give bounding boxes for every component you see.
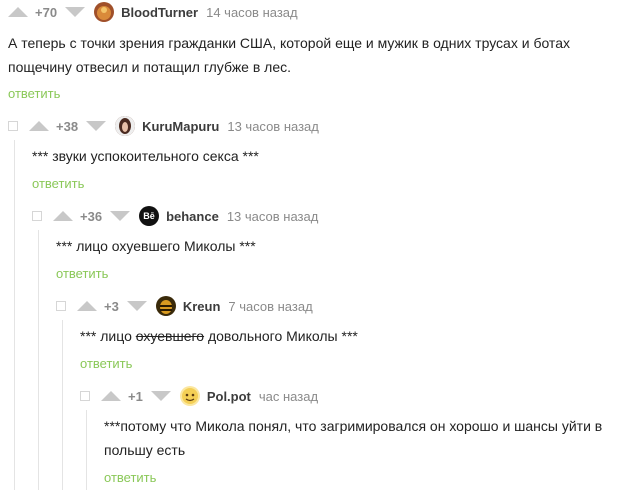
- thread-line-3[interactable]: [62, 320, 63, 490]
- comment-header: +70 BloodTurner 14 часов назад: [8, 0, 298, 24]
- comment-header: +1 Pol.pot час назад: [80, 384, 318, 408]
- upvote-icon[interactable]: [77, 301, 97, 311]
- comment-rating: +36: [80, 208, 103, 224]
- comment-text: А теперь с точки зрения гражданки США, к…: [8, 35, 570, 75]
- comment-header: +3 Kreun 7 часов назад: [56, 294, 313, 318]
- collapse-toggle[interactable]: [8, 121, 18, 131]
- collapse-toggle[interactable]: [80, 391, 90, 401]
- comment-rating: +1: [128, 388, 143, 404]
- comment-text: *** звуки успокоительного секса ***: [32, 148, 259, 164]
- comment-text-after: довольного Миколы ***: [204, 328, 358, 344]
- collapse-toggle[interactable]: [56, 301, 66, 311]
- behance-logo-icon: Bē: [143, 211, 155, 221]
- avatar-dog-icon: [97, 6, 112, 20]
- comment-text-before: *** лицо: [80, 328, 136, 344]
- comment-author[interactable]: Pol.pot: [207, 389, 251, 404]
- collapse-toggle[interactable]: [32, 211, 42, 221]
- comment-time[interactable]: 13 часов назад: [227, 119, 319, 134]
- comment-rating: +38: [56, 118, 79, 134]
- avatar[interactable]: [179, 386, 200, 406]
- thread-line-4[interactable]: [86, 410, 87, 490]
- reply-link[interactable]: ответить: [32, 176, 84, 191]
- avatar-emoji-icon: [181, 388, 198, 404]
- downvote-icon[interactable]: [86, 121, 107, 131]
- avatar[interactable]: [94, 2, 115, 22]
- reply-link[interactable]: ответить: [8, 86, 60, 101]
- upvote-icon[interactable]: [29, 121, 49, 131]
- upvote-icon[interactable]: [53, 211, 73, 221]
- comment-time[interactable]: 13 часов назад: [227, 209, 319, 224]
- downvote-icon[interactable]: [65, 7, 86, 17]
- comment-text-strikethrough: охуевшего: [135, 328, 205, 344]
- comment-rating: +70: [35, 4, 58, 20]
- comment-time[interactable]: 14 часов назад: [206, 5, 298, 20]
- comment-rating: +3: [104, 298, 119, 314]
- comment-author[interactable]: BloodTurner: [121, 5, 198, 20]
- avatar-person-icon: [115, 116, 136, 136]
- comment-text: *** лицо охуевшего довольного Миколы ***: [80, 324, 600, 348]
- comment-header: +36 Bē behance 13 часов назад: [32, 204, 318, 228]
- avatar[interactable]: [115, 116, 136, 136]
- comment-text: *** лицо охуевшего Миколы ***: [56, 238, 256, 254]
- comment-author[interactable]: behance: [166, 209, 219, 224]
- comment-text: ***потому что Микола понял, что загримир…: [104, 418, 603, 458]
- upvote-icon[interactable]: [8, 7, 28, 17]
- comment-author[interactable]: KuruMapuru: [142, 119, 219, 134]
- reply-link[interactable]: ответить: [104, 470, 156, 485]
- comment-author[interactable]: Kreun: [183, 299, 221, 314]
- thread-line-2[interactable]: [38, 230, 39, 490]
- thread-line-1[interactable]: [14, 140, 15, 490]
- comment-time[interactable]: 7 часов назад: [228, 299, 312, 314]
- downvote-icon[interactable]: [126, 301, 147, 311]
- comment-header: +38 KuruMapuru 13 часов назад: [8, 114, 319, 138]
- reply-link[interactable]: ответить: [56, 266, 108, 281]
- downvote-icon[interactable]: [110, 211, 131, 221]
- reply-link[interactable]: ответить: [80, 356, 132, 371]
- avatar[interactable]: Bē: [139, 206, 160, 226]
- avatar-bee-icon: [159, 300, 172, 314]
- downvote-icon[interactable]: [150, 391, 171, 401]
- upvote-icon[interactable]: [101, 391, 121, 401]
- comment-time[interactable]: час назад: [259, 389, 318, 404]
- avatar[interactable]: [155, 296, 176, 316]
